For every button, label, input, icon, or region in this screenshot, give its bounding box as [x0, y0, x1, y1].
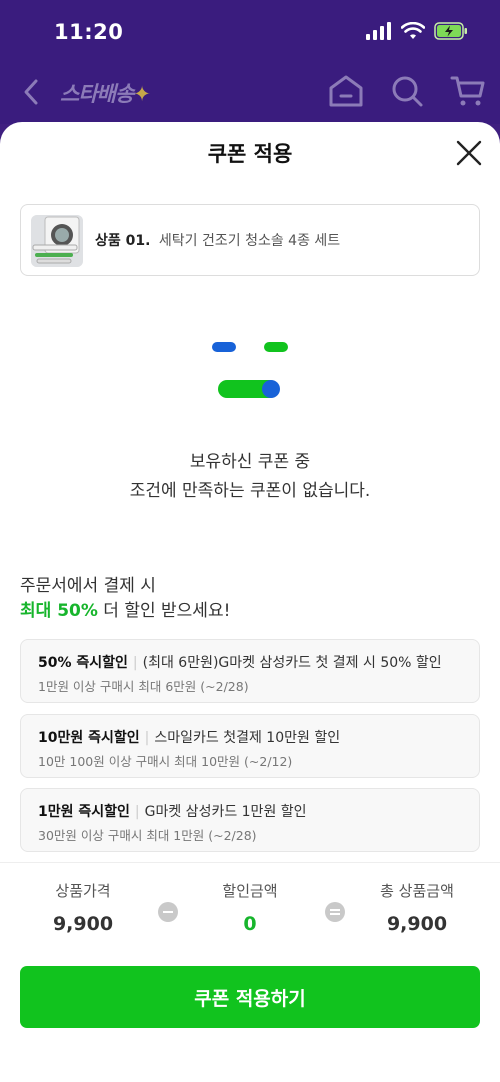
price-summary: 상품가격 9,900 할인금액 0 총 상품금액 9,900	[0, 880, 500, 950]
coupon-desc: G마켓 삼성카드 1만원 할인	[144, 804, 307, 820]
home-icon[interactable]	[328, 74, 364, 108]
coupon-card-3[interactable]: 1만원 즉시할인 | G마켓 삼성카드 1만원 할인 30만원 이상 구매시 최대 …	[20, 788, 480, 852]
app-logo-star: ✦	[133, 82, 151, 106]
total-column: 총 상품금액 9,900	[357, 880, 477, 935]
coupon-title: 50% 즉시할인	[38, 655, 128, 671]
apply-coupon-button[interactable]: 쿠폰 적용하기	[20, 966, 480, 1028]
price-label: 상품가격	[55, 882, 111, 900]
app-logo-text: 스타배송	[60, 82, 134, 106]
empty-face-icon	[212, 342, 288, 398]
footer-divider	[0, 862, 500, 863]
discount-value: 0	[243, 913, 257, 935]
promo-line2: 최대 50% 더 할인 받으세요!	[20, 599, 230, 624]
close-icon[interactable]	[454, 138, 484, 168]
coupon-condition: 10만 100원 이상 구매시 최대 10만원 (~2/12)	[38, 754, 293, 769]
discount-column: 할인금액 0	[190, 880, 310, 935]
wifi-icon	[401, 22, 425, 39]
coupon-card-1[interactable]: 50% 즉시할인 | (최대 6만원)G마켓 삼성카드 첫 결제 시 50% 할인 …	[20, 639, 480, 703]
promo-highlight: 최대 50%	[20, 601, 98, 621]
coupon-card-2[interactable]: 10만원 즉시할인 | 스마일카드 첫결제 10만원 할인 10만 100원 이상 …	[20, 714, 480, 778]
coupon-header: 1만원 즉시할인 | G마켓 삼성카드 1만원 할인	[38, 801, 307, 821]
product-card: 상품 01. 세탁기 건조기 청소솔 4종 세트	[20, 204, 480, 276]
promo-line1: 주문서에서 결제 시	[20, 576, 156, 596]
coupon-desc: 스마일카드 첫결제 10만원 할인	[154, 730, 341, 746]
total-value: 9,900	[386, 913, 448, 935]
search-icon[interactable]	[390, 74, 424, 108]
empty-message-line2: 조건에 만족하는 쿠폰이 없습니다.	[129, 481, 371, 501]
coupon-condition: 30만원 이상 구매시 최대 1만원 (~2/28)	[38, 828, 257, 843]
cart-icon[interactable]	[450, 74, 486, 108]
total-label: 총 상품금액	[380, 882, 454, 900]
promo-line2-rest: 더 할인 받으세요!	[97, 601, 231, 621]
status-bar: 11:20	[0, 0, 500, 64]
price-column: 상품가격 9,900	[23, 880, 143, 935]
discount-label: 할인금액	[222, 882, 278, 900]
status-time: 11:20	[54, 20, 124, 44]
product-thumbnail	[31, 215, 83, 267]
app-bar: 스타배송✦	[0, 64, 500, 124]
price-value: 9,900	[52, 913, 114, 935]
coupon-title: 10만원 즉시할인	[38, 730, 140, 746]
equals-icon	[325, 902, 345, 922]
product-text: 상품 01. 세탁기 건조기 청소솔 4종 세트	[95, 230, 340, 250]
promo-heading: 주문서에서 결제 시 최대 50% 더 할인 받으세요!	[20, 574, 230, 624]
coupon-sheet: 쿠폰 적용 상품 01. 세탁기 건조기 청소솔 4종 세트 보유하신 쿠폰 중…	[0, 122, 500, 1082]
coupon-header: 50% 즉시할인 | (최대 6만원)G마켓 삼성카드 첫 결제 시 50% 할인	[38, 652, 442, 672]
empty-message: 보유하신 쿠폰 중 조건에 만족하는 쿠폰이 없습니다.	[0, 448, 500, 506]
coupon-desc: (최대 6만원)G마켓 삼성카드 첫 결제 시 50% 할인	[142, 655, 442, 671]
back-icon[interactable]	[18, 76, 46, 108]
washer-image-icon	[31, 215, 83, 267]
product-number: 상품 01.	[95, 233, 151, 249]
empty-message-line1: 보유하신 쿠폰 중	[189, 452, 311, 472]
coupon-condition: 1만원 이상 구매시 최대 6만원 (~2/28)	[38, 679, 249, 694]
minus-icon	[158, 902, 178, 922]
app-logo[interactable]: 스타배송✦	[60, 78, 151, 108]
signal-icon	[366, 22, 391, 40]
product-name: 세탁기 건조기 청소솔 4종 세트	[158, 233, 341, 249]
coupon-divider: |	[132, 655, 138, 671]
coupon-title: 1만원 즉시할인	[38, 804, 130, 820]
battery-icon	[434, 22, 467, 40]
coupon-divider: |	[134, 804, 140, 820]
sheet-title: 쿠폰 적용	[207, 142, 293, 166]
coupon-header: 10만원 즉시할인 | 스마일카드 첫결제 10만원 할인	[38, 727, 340, 747]
status-icons	[366, 22, 468, 40]
coupon-divider: |	[144, 730, 150, 746]
